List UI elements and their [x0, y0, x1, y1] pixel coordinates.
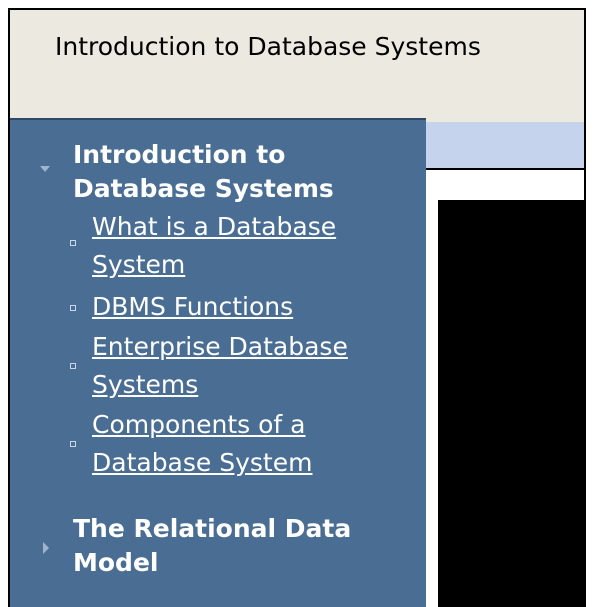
nav-section-title[interactable]: The Relational Data Model	[73, 512, 413, 580]
triangle-down-icon[interactable]	[40, 166, 50, 172]
square-bullet-icon	[70, 305, 76, 311]
nav-link[interactable]: Enterprise Database Systems	[92, 328, 412, 404]
square-bullet-icon	[70, 363, 76, 369]
title-bar: Introduction to Database Systems	[10, 10, 584, 122]
nav-link[interactable]: Components of a Database System	[92, 406, 412, 482]
window-title: Introduction to Database Systems	[55, 32, 481, 61]
nav-link[interactable]: DBMS Functions	[92, 288, 412, 326]
app-window: Introduction to Database Systems Introdu…	[8, 8, 586, 607]
triangle-right-icon[interactable]	[43, 542, 49, 554]
content-panel	[438, 200, 584, 607]
nav-section-title[interactable]: Introduction to Database Systems	[73, 138, 413, 206]
square-bullet-icon	[70, 240, 76, 246]
square-bullet-icon	[70, 441, 76, 447]
nav-link[interactable]: What is a Database System	[92, 208, 412, 284]
sidebar-nav: Introduction to Database Systems What is…	[10, 118, 426, 607]
